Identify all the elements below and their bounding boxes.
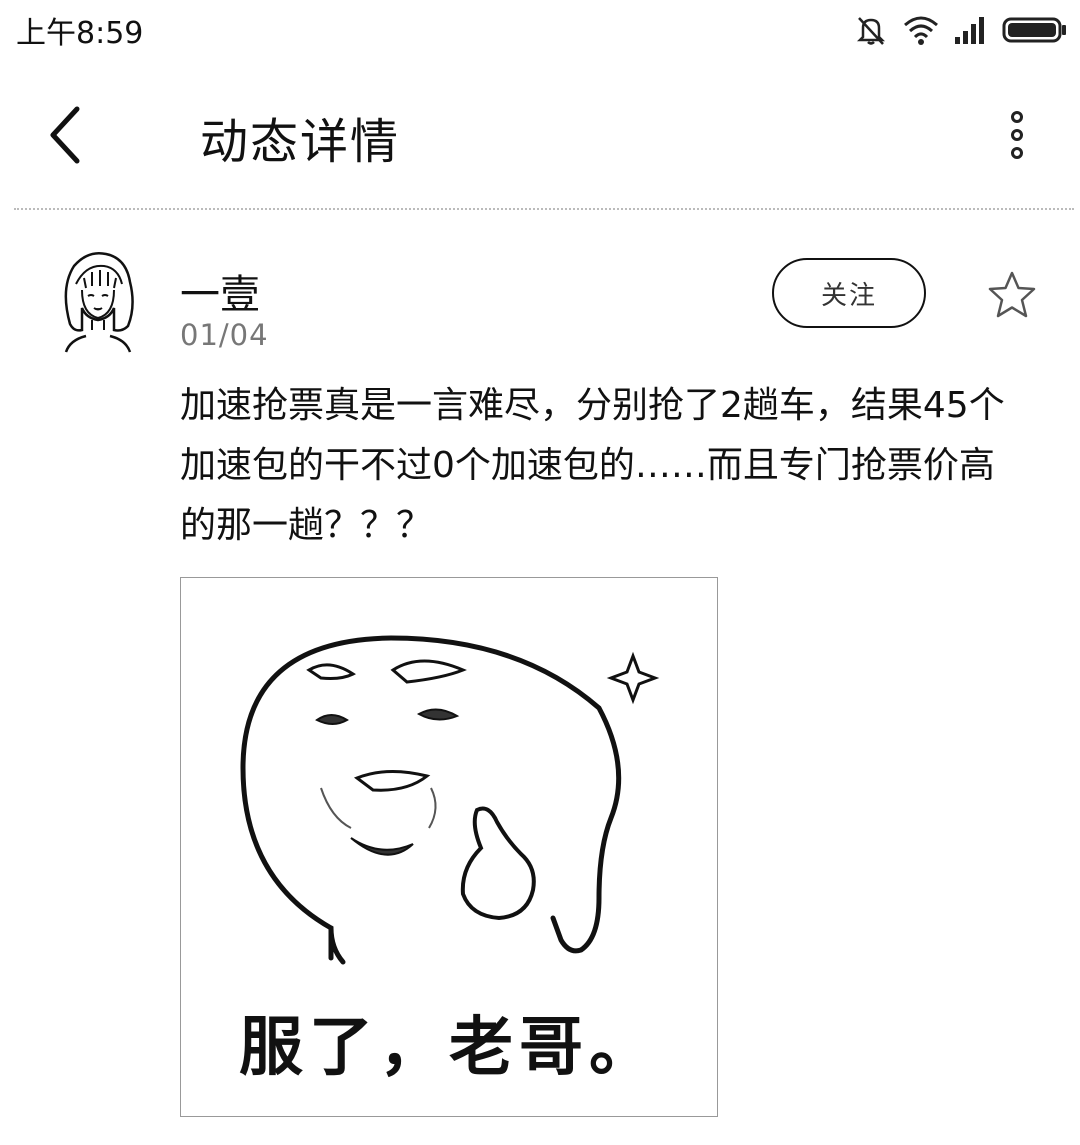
star-outline-icon[interactable]: [984, 268, 1040, 324]
signal-icon: [954, 15, 988, 45]
sparkle-icon: [606, 651, 660, 705]
meme-face-illustration: [240, 635, 660, 965]
status-time: 上午8:59: [16, 16, 144, 51]
wifi-icon: [902, 14, 940, 46]
post-content: 加速抢票真是一言难尽，分别抢了2趟车，结果45个加速包的干不过0个加速包的……而…: [180, 385, 1005, 546]
author-name[interactable]: 一壹: [180, 262, 260, 320]
chevron-left-icon: [50, 106, 80, 164]
page-title: 动态详情: [200, 114, 401, 170]
image-caption: 服了，老哥。: [239, 1011, 659, 1085]
post-date: 01/04: [180, 318, 269, 352]
mute-icon: [854, 13, 888, 47]
more-button[interactable]: [992, 100, 1042, 170]
follow-button[interactable]: 关注: [772, 258, 926, 328]
post-image[interactable]: 服了，老哥。: [180, 577, 718, 1117]
battery-icon: [1002, 15, 1068, 45]
more-vertical-icon: [1011, 111, 1023, 123]
avatar[interactable]: [56, 248, 140, 358]
header: 动态详情: [0, 80, 1080, 190]
back-button[interactable]: [30, 100, 100, 170]
header-divider: [14, 208, 1074, 210]
status-bar: 上午8:59: [0, 0, 1080, 60]
status-icons: [854, 10, 1068, 50]
